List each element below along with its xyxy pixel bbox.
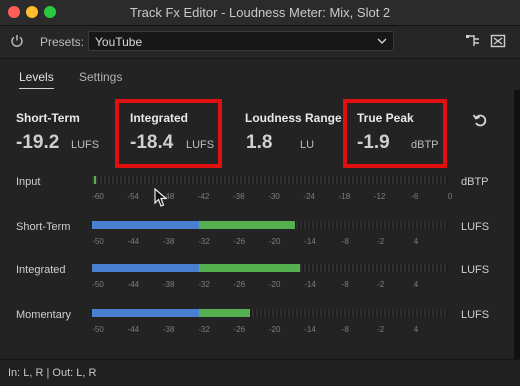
scale-tick-label: -38 — [162, 280, 175, 289]
input-meter-bar — [92, 176, 448, 184]
scale-tick-label: -50 — [92, 325, 104, 334]
integrated-meter-unit: LUFS — [461, 264, 490, 276]
scale-tick-label: -8 — [341, 280, 349, 289]
input-meter-unit: dBTP — [461, 176, 489, 188]
scale-tick-label: -32 — [198, 325, 210, 334]
scale-tick-label: -14 — [304, 325, 316, 334]
power-icon[interactable] — [10, 34, 24, 48]
short-term-meter-bar — [92, 221, 448, 229]
short-term-meter-unit: LUFS — [461, 221, 490, 233]
scale-tick-label: -44 — [127, 237, 140, 246]
momentary-meter-fill-target — [198, 309, 251, 317]
scale-tick-label: -2 — [377, 237, 385, 246]
toolbar: Presets: YouTube — [0, 26, 520, 59]
momentary-meter-unit: LUFS — [461, 309, 490, 321]
scale-tick-label: -26 — [233, 280, 246, 289]
scale-tick-label: -8 — [341, 325, 349, 334]
scale-tick-label: -8 — [341, 237, 349, 246]
scale-tick-label: -20 — [268, 280, 281, 289]
title-bar[interactable]: Track Fx Editor - Loudness Meter: Mix, S… — [0, 0, 520, 26]
scale-tick-label: -6 — [411, 192, 419, 201]
scale-tick-label: 4 — [413, 237, 419, 246]
scale-tick-label: -50 — [92, 280, 104, 289]
presets-label: Presets: — [40, 35, 85, 49]
scale-tick-label: -24 — [303, 192, 315, 201]
short-term-label: Short-Term — [16, 111, 80, 125]
window-title: Track Fx Editor - Loudness Meter: Mix, S… — [129, 5, 391, 20]
short-term-value: -19.2 — [16, 132, 60, 153]
scale-tick-label: -26 — [233, 237, 246, 246]
fx-editor-window: Track Fx Editor - Loudness Meter: Mix, S… — [0, 0, 520, 386]
momentary-meter-scale: -50 -44 -38 -32 -26 -20 -14 -8 -2 4 — [92, 325, 448, 335]
scale-tick-label: -44 — [127, 280, 140, 289]
loudness-range-unit: LU — [300, 139, 315, 151]
input-meter-level-marker — [93, 176, 96, 184]
scale-tick-label: 4 — [413, 325, 419, 334]
true-peak-value: -1.9 — [357, 132, 390, 153]
scale-tick-label: -38 — [162, 325, 175, 334]
mouse-cursor — [154, 188, 168, 207]
loudness-range-label: Loudness Range — [245, 111, 342, 125]
scale-tick-label: -32 — [198, 237, 210, 246]
scale-tick-label: -44 — [127, 325, 140, 334]
status-bar: In: L, R | Out: L, R — [0, 359, 520, 386]
momentary-meter-label: Momentary — [16, 309, 72, 321]
tab-bar: Levels Settings — [0, 66, 520, 92]
scale-tick-label: -2 — [377, 325, 385, 334]
momentary-meter-fill-low — [92, 309, 199, 317]
short-term-meter-label: Short-Term — [16, 221, 71, 233]
integrated-meter-fill-target — [198, 264, 301, 272]
io-status: In: L, R | Out: L, R — [8, 367, 97, 379]
scale-tick-label: 0 — [447, 192, 453, 201]
short-term-unit: LUFS — [71, 139, 100, 151]
scale-tick-label: 4 — [413, 280, 419, 289]
scale-tick-label: -32 — [198, 280, 210, 289]
integrated-unit: LUFS — [186, 139, 215, 151]
collapse-icon[interactable] — [490, 34, 506, 48]
short-term-meter-scale: -50 -44 -38 -32 -26 -20 -14 -8 -2 4 — [92, 237, 448, 247]
integrated-label: Integrated — [130, 111, 189, 125]
integrated-meter-fill-low — [92, 264, 199, 272]
chevron-down-icon — [377, 38, 387, 44]
true-peak-unit: dBTP — [411, 139, 439, 151]
input-meter-scale: -60 -54 -48 -42 -36 -30 -24 -18 -12 -6 0 — [92, 192, 452, 202]
scale-tick-label: -38 — [162, 237, 175, 246]
scale-tick-label: -12 — [373, 192, 386, 201]
integrated-meter-bar — [92, 264, 448, 272]
scale-tick-label: -18 — [338, 192, 351, 201]
scale-tick-label: -2 — [377, 280, 385, 289]
integrated-value: -18.4 — [130, 132, 174, 153]
scale-tick-label: -26 — [233, 325, 246, 334]
loudness-range-value: 1.8 — [246, 132, 273, 153]
short-term-meter-fill-target — [198, 221, 295, 229]
tab-levels[interactable]: Levels — [19, 70, 54, 89]
input-meter-label: Input — [16, 176, 41, 188]
reset-icon[interactable] — [472, 112, 488, 128]
routing-icon[interactable] — [465, 34, 481, 48]
true-peak-label: True Peak — [357, 111, 414, 125]
scale-tick-label: -36 — [233, 192, 245, 201]
scale-tick-label: -20 — [268, 237, 281, 246]
scale-tick-label: -60 — [92, 192, 104, 201]
integrated-meter-label: Integrated — [16, 264, 66, 276]
scale-tick-label: -30 — [268, 192, 280, 201]
presets-dropdown[interactable]: YouTube — [88, 31, 394, 51]
scale-tick-label: -54 — [127, 192, 139, 201]
scale-tick-label: -20 — [268, 325, 281, 334]
momentary-meter-bar — [92, 309, 448, 317]
window-edge — [514, 90, 520, 360]
integrated-meter-scale: -50 -44 -38 -32 -26 -20 -14 -8 -2 4 — [92, 280, 448, 290]
scale-tick-label: -14 — [304, 280, 316, 289]
short-term-meter-fill-low — [92, 221, 199, 229]
tab-settings[interactable]: Settings — [79, 70, 122, 88]
preset-value: YouTube — [95, 35, 143, 49]
scale-tick-label: -42 — [197, 192, 210, 201]
scale-tick-label: -50 — [92, 237, 104, 246]
scale-tick-label: -14 — [304, 237, 316, 246]
